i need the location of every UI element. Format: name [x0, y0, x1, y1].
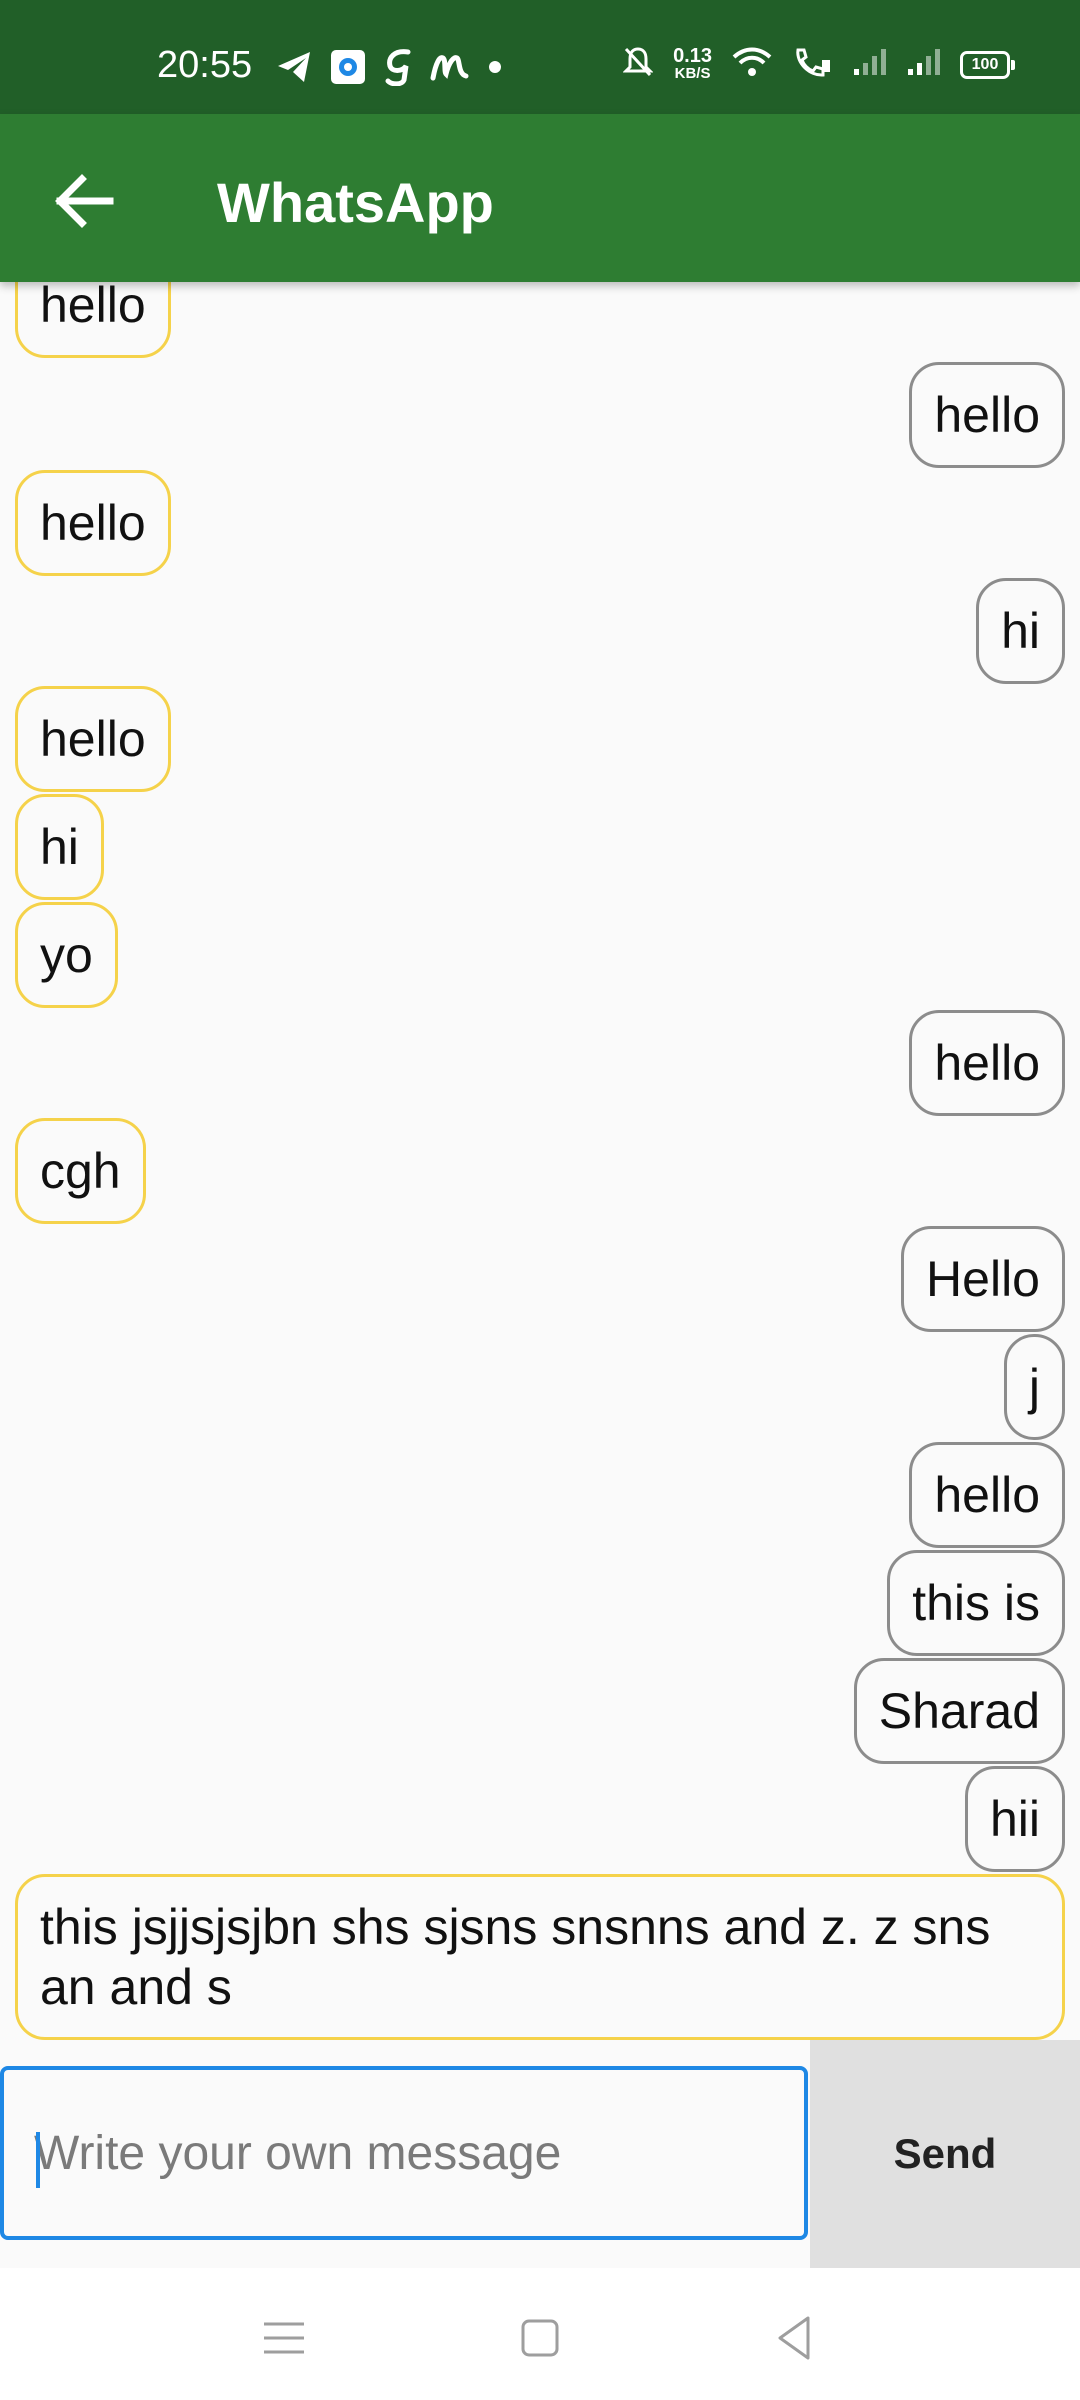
g-icon — [384, 48, 412, 91]
app-icon — [330, 49, 366, 90]
message-list[interactable]: hello hello hello hi hello hi yo hello c… — [0, 282, 1080, 2042]
message-text: hello — [40, 282, 146, 333]
message-bubble-incoming: hello — [15, 686, 171, 792]
wifi-calling-icon — [792, 46, 832, 83]
back-icon — [778, 2316, 810, 2360]
message-text: hi — [40, 819, 79, 875]
message-text: hello — [40, 711, 146, 767]
composer: Send — [0, 2040, 1080, 2268]
wifi-icon — [732, 47, 772, 82]
message-text: Sharad — [878, 1683, 1040, 1739]
mute-bell-icon — [622, 46, 654, 83]
message-text: this is — [912, 1575, 1040, 1631]
home-button[interactable] — [510, 2308, 570, 2368]
app-bar: WhatsApp — [0, 114, 1080, 282]
m-icon — [430, 52, 470, 87]
status-time: 20:55 — [157, 44, 253, 86]
dot-icon — [488, 60, 502, 79]
menu-icon — [264, 2322, 304, 2354]
message-text: cgh — [40, 1143, 121, 1199]
message-bubble-outgoing: this is — [887, 1550, 1065, 1656]
message-text: Hello — [926, 1251, 1040, 1307]
message-text: hii — [989, 1791, 1040, 1847]
net-speed-unit: KB/S — [674, 64, 711, 82]
telegram-icon — [276, 50, 312, 89]
message-bubble-outgoing: Hello — [901, 1226, 1065, 1332]
message-bubble-outgoing: j — [1003, 1334, 1065, 1440]
message-bubble-outgoing: hi — [976, 578, 1065, 684]
message-text: j — [1028, 1359, 1040, 1415]
message-text: hello — [934, 387, 1040, 443]
notification-icons — [276, 48, 502, 91]
signal-icon — [906, 47, 940, 82]
message-bubble-outgoing: hello — [909, 1442, 1065, 1548]
app-title: WhatsApp — [217, 171, 494, 234]
message-bubble-incoming: this jsjjsjsjbn shs sjsns snsnns and z. … — [15, 1874, 1065, 2040]
message-bubble-outgoing: Sharad — [853, 1658, 1065, 1764]
message-text: yo — [40, 927, 93, 983]
home-icon — [521, 2319, 559, 2357]
message-text: hello — [40, 495, 146, 551]
message-bubble-outgoing: hii — [964, 1766, 1065, 1872]
message-text: this jsjjsjsjbn shs sjsns snsnns and z. … — [40, 1899, 991, 2015]
system-back-button[interactable] — [766, 2308, 826, 2368]
message-bubble-incoming: hello — [15, 470, 171, 576]
message-bubble-outgoing: hello — [909, 362, 1065, 468]
battery-icon: 100 — [960, 50, 1015, 79]
message-bubble-outgoing: hello — [909, 1010, 1065, 1116]
back-button[interactable] — [50, 166, 120, 236]
recent-apps-button[interactable] — [254, 2308, 314, 2368]
navigation-bar — [0, 2268, 1080, 2400]
message-text: hi — [1001, 603, 1040, 659]
arrow-back-icon — [55, 174, 114, 228]
message-input[interactable] — [0, 2066, 808, 2240]
message-bubble-incoming: yo — [15, 902, 118, 1008]
net-speed-value: 0.13 — [673, 44, 712, 67]
message-text: hello — [934, 1035, 1040, 1091]
message-text: hello — [934, 1467, 1040, 1523]
send-button[interactable]: Send — [810, 2040, 1080, 2268]
message-bubble-incoming: hi — [15, 794, 104, 900]
text-cursor — [36, 2132, 40, 2188]
message-bubble-incoming: cgh — [15, 1118, 146, 1224]
signal-icon — [852, 47, 886, 82]
message-bubble-incoming: hello — [15, 282, 171, 358]
system-icons: 0.13 KB/S 100 — [622, 44, 1015, 83]
status-bar: 20:55 0.13 KB/S 100 — [0, 0, 1080, 114]
net-speed: 0.13 KB/S — [673, 44, 712, 83]
